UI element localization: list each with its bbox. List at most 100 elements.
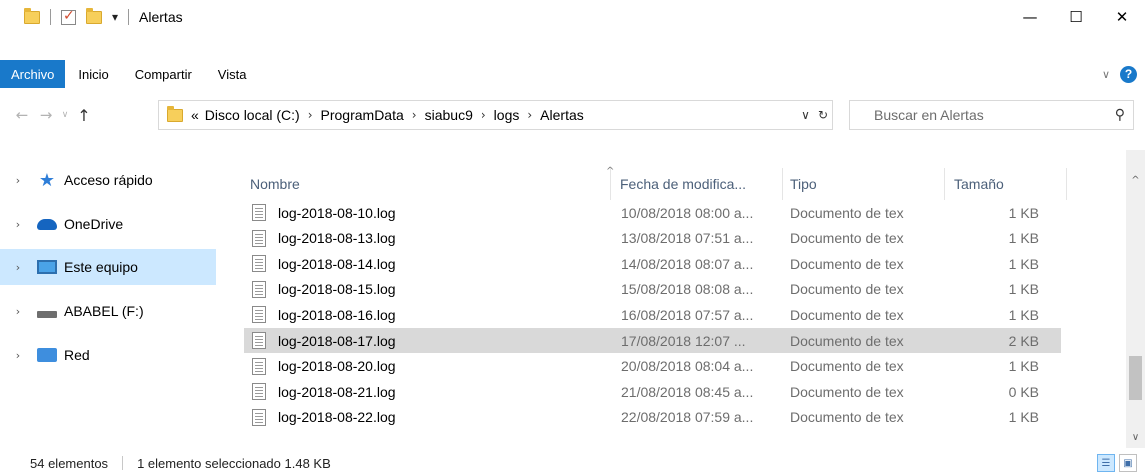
vertical-scrollbar[interactable]: ^ ∨ <box>1126 150 1145 448</box>
tab-compartir[interactable]: Compartir <box>122 60 205 88</box>
breadcrumb-alertas[interactable]: Alertas <box>540 107 584 123</box>
tab-vista[interactable]: Vista <box>205 60 260 88</box>
file-row[interactable]: log-2018-08-20.log 20/08/2018 08:04 a... D… <box>244 354 1061 379</box>
scrollbar-thumb[interactable] <box>1129 356 1142 400</box>
expand-ribbon-chevron-icon[interactable]: ∨ <box>1102 68 1110 81</box>
file-type: Documento de tex <box>790 306 904 323</box>
breadcrumb-overflow[interactable]: « <box>191 107 199 123</box>
search-input[interactable]: Buscar en Alertas ⚲ <box>849 100 1134 130</box>
nav-item-label: Acceso rápido <box>64 172 153 188</box>
breadcrumb-chevron-icon[interactable]: › <box>412 108 417 122</box>
file-row[interactable]: log-2018-08-16.log 16/08/2018 07:57 a... D… <box>244 302 1061 327</box>
file-date: 21/08/2018 08:45 a... <box>621 383 754 400</box>
column-divider[interactable] <box>782 168 783 200</box>
breadcrumb-chevron-icon[interactable]: › <box>527 108 532 122</box>
close-button[interactable]: ✕ <box>1099 0 1145 34</box>
column-divider[interactable] <box>1066 168 1067 200</box>
computer-icon <box>36 258 58 276</box>
text-document-icon <box>252 332 266 349</box>
column-divider[interactable] <box>610 168 611 200</box>
separator <box>122 456 124 470</box>
recent-locations-chevron-icon[interactable]: ∨ <box>58 110 72 120</box>
file-row[interactable]: log-2018-08-10.log 10/08/2018 08:00 a... D… <box>244 200 1061 225</box>
nav-item-este-equipo[interactable]: › Este equipo <box>0 249 216 285</box>
details-view-icon[interactable]: ☰ <box>1097 454 1115 472</box>
file-date: 15/08/2018 08:08 a... <box>621 281 754 298</box>
file-name: log-2018-08-20.log <box>278 358 396 375</box>
status-bar: 54 elementos 1 elemento seleccionado 1.4… <box>0 452 1145 474</box>
breadcrumb-chevron-icon[interactable]: › <box>481 108 486 122</box>
breadcrumb-logs[interactable]: logs <box>494 107 520 123</box>
folder-icon[interactable] <box>24 7 40 24</box>
column-header-size[interactable]: Tamaño <box>948 168 1064 200</box>
back-arrow-icon[interactable]: ← <box>10 106 34 124</box>
file-row[interactable]: log-2018-08-15.log 15/08/2018 08:08 a... D… <box>244 277 1061 302</box>
star-icon: ★ <box>38 169 56 191</box>
customize-toolbar-chevron-icon[interactable]: ▾ <box>112 10 118 24</box>
separator <box>50 9 51 25</box>
text-document-icon <box>252 383 266 401</box>
nav-item-acceso-rapido[interactable]: › ★ Acceso rápido <box>0 162 216 198</box>
file-name: log-2018-08-16.log <box>278 306 396 323</box>
text-document-icon <box>252 204 266 221</box>
separator <box>128 9 130 25</box>
nav-item-red[interactable]: › Red <box>0 337 216 373</box>
selection-info: 1 elemento seleccionado 1.48 KB <box>137 455 331 471</box>
breadcrumb-chevron-icon[interactable]: › <box>308 108 313 122</box>
text-document-icon <box>252 280 266 298</box>
address-bar[interactable]: « Disco local (C:) › ProgramData › siabu… <box>158 100 833 130</box>
new-folder-icon[interactable] <box>86 7 102 24</box>
breadcrumb-disco-local[interactable]: Disco local (C:) <box>205 107 300 123</box>
column-header-type[interactable]: Tipo <box>784 168 944 200</box>
file-name: log-2018-08-15.log <box>278 281 396 298</box>
help-icon[interactable]: ? <box>1120 65 1137 83</box>
file-row[interactable]: log-2018-08-14.log 14/08/2018 08:07 a... D… <box>244 251 1061 276</box>
file-name-cell: log-2018-08-13.log <box>252 229 396 247</box>
file-row[interactable]: log-2018-08-17.log 17/08/2018 12:07 ... Do… <box>244 328 1061 353</box>
scroll-down-icon[interactable]: ∨ <box>1126 429 1145 446</box>
file-date: 13/08/2018 07:51 a... <box>621 230 754 247</box>
nav-item-label: Red <box>64 347 90 363</box>
expand-chevron-icon[interactable]: › <box>0 261 36 274</box>
forward-arrow-icon[interactable]: → <box>34 106 58 124</box>
refresh-icon[interactable]: ↻ <box>818 108 828 122</box>
breadcrumb-programdata[interactable]: ProgramData <box>321 107 404 123</box>
scroll-up-icon[interactable]: ^ <box>1126 172 1145 189</box>
file-size: 1 KB <box>1008 230 1039 247</box>
minimize-button[interactable]: — <box>1007 0 1053 34</box>
search-icon[interactable]: ⚲ <box>1115 107 1125 123</box>
window-title: Alertas <box>139 9 183 25</box>
properties-icon[interactable] <box>61 8 76 25</box>
tab-inicio[interactable]: Inicio <box>65 60 121 88</box>
text-document-icon <box>252 357 266 375</box>
maximize-button[interactable]: ☐ <box>1053 0 1099 34</box>
column-divider[interactable] <box>944 168 945 200</box>
file-date: 17/08/2018 12:07 ... <box>621 332 746 349</box>
tab-archivo[interactable]: Archivo <box>0 60 66 88</box>
file-type: Documento de tex <box>790 281 904 298</box>
file-type: Documento de tex <box>790 383 904 400</box>
file-date: 20/08/2018 08:04 a... <box>621 358 754 375</box>
ribbon-tabs: Archivo Inicio Compartir Vista ∨ ? <box>0 60 1145 88</box>
file-row[interactable]: log-2018-08-13.log 13/08/2018 07:51 a... D… <box>244 226 1061 251</box>
file-row[interactable]: log-2018-08-21.log 21/08/2018 08:45 a... D… <box>244 379 1061 404</box>
expand-chevron-icon[interactable]: › <box>0 349 36 362</box>
nav-item-ababel[interactable]: › ABABEL (F:) <box>0 293 216 329</box>
text-document-icon <box>252 408 266 426</box>
address-dropdown-chevron-icon[interactable]: ∨ <box>801 108 810 122</box>
column-header-date[interactable]: Fecha de modifica... <box>614 168 782 200</box>
column-header-name[interactable]: Nombre <box>244 168 608 200</box>
file-name: log-2018-08-10.log <box>278 204 396 221</box>
file-date: 22/08/2018 07:59 a... <box>621 409 754 426</box>
up-arrow-icon[interactable]: ↑ <box>72 106 96 125</box>
file-type: Documento de tex <box>790 358 904 375</box>
expand-chevron-icon[interactable]: › <box>0 174 36 187</box>
breadcrumb-siabuc9[interactable]: siabuc9 <box>425 107 473 123</box>
file-type: Documento de tex <box>790 332 904 349</box>
expand-chevron-icon[interactable]: › <box>0 218 36 231</box>
file-row[interactable]: log-2018-08-22.log 22/08/2018 07:59 a... D… <box>244 405 1061 430</box>
file-name-cell: log-2018-08-22.log <box>252 408 396 426</box>
large-icons-view-icon[interactable]: ▣ <box>1119 454 1137 472</box>
nav-item-onedrive[interactable]: › OneDrive <box>0 206 216 242</box>
expand-chevron-icon[interactable]: › <box>0 305 36 318</box>
